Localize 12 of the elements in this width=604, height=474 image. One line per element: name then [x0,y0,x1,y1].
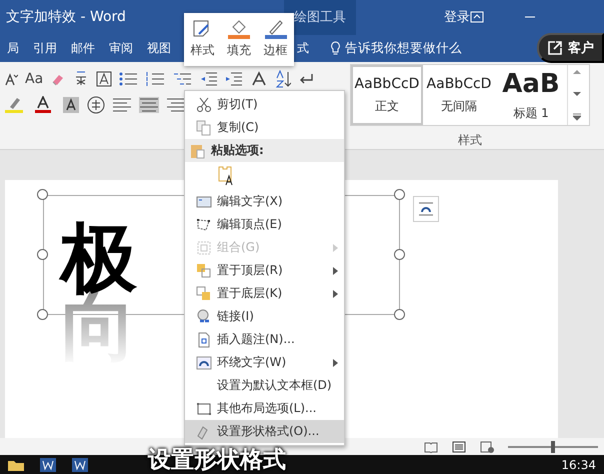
style-preview: AaBbCcD [426,76,492,92]
clock-time: 16:34 [561,458,596,472]
menu-section-header: 粘贴选项: [211,142,265,159]
window-title: 文字加特效 - Word [6,8,127,26]
style-preview: AaB [502,68,560,98]
video-subtitle: 设置形状格式 [148,447,286,473]
group-label: 样式 [457,132,483,149]
style-name: 无间隔 [441,98,477,114]
context-tab-label: 绘图工具 [284,0,356,35]
style-preview: AaBbCcD [354,76,420,92]
style-name: 标题 1 [513,104,549,122]
style-name: 正文 [375,98,399,114]
